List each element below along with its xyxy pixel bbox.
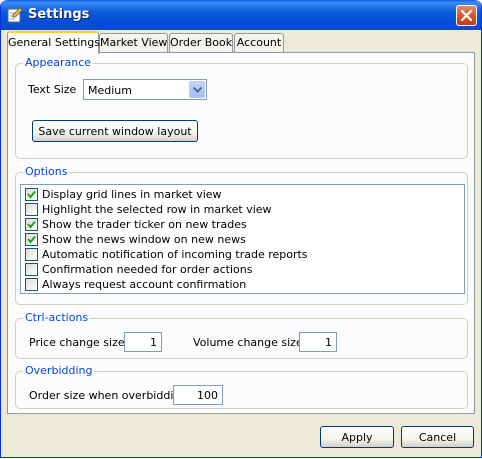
checkbox[interactable] xyxy=(25,263,38,276)
cancel-button-label: Cancel xyxy=(418,431,457,444)
volume-change-size-value: 1 xyxy=(325,336,332,349)
order-size-input[interactable]: 100 xyxy=(173,385,223,405)
title-bar[interactable]: Settings xyxy=(1,0,481,30)
volume-change-size-label: Volume change size xyxy=(193,336,303,349)
checkbox[interactable] xyxy=(25,218,38,231)
volume-change-size-input[interactable]: 1 xyxy=(299,332,337,352)
ctrl-actions-group-label: Ctrl-actions xyxy=(23,311,91,324)
option-label: Highlight the selected row in market vie… xyxy=(42,203,272,216)
settings-dialog: Settings General Settings Market View Or… xyxy=(0,0,482,458)
tab-label: Account xyxy=(236,36,282,49)
tab-account[interactable]: Account xyxy=(234,33,284,52)
option-label: Display grid lines in market view xyxy=(42,188,222,201)
option-label: Automatic notification of incoming trade… xyxy=(42,248,308,261)
text-size-select[interactable]: Medium xyxy=(83,79,207,100)
checkbox[interactable] xyxy=(25,233,38,246)
checkmark-icon xyxy=(27,235,36,244)
option-label: Confirmation needed for order actions xyxy=(42,263,253,276)
checkmark-icon xyxy=(27,220,36,229)
checkbox[interactable] xyxy=(25,248,38,261)
cancel-button[interactable]: Cancel xyxy=(401,426,474,448)
close-button[interactable] xyxy=(456,5,477,26)
tab-label: General Settings xyxy=(8,36,100,49)
price-change-size-label: Price change size xyxy=(29,336,125,349)
option-label: Show the trader ticker on new trades xyxy=(42,218,247,231)
option-label: Show the news window on new news xyxy=(42,233,246,246)
save-window-layout-button[interactable]: Save current window layout xyxy=(32,120,198,142)
close-icon xyxy=(461,10,472,21)
ctrl-actions-group: Ctrl-actions Price change size 1 Volume … xyxy=(15,311,468,359)
settings-app-icon xyxy=(7,7,23,23)
price-change-size-value: 1 xyxy=(150,336,157,349)
tab-market-view[interactable]: Market View xyxy=(99,33,168,52)
checkmark-icon xyxy=(27,190,36,199)
order-size-label: Order size when overbidding xyxy=(29,389,188,402)
overbidding-group: Overbidding Order size when overbidding … xyxy=(15,364,468,409)
checkbox[interactable] xyxy=(25,188,38,201)
tab-general-settings[interactable]: General Settings xyxy=(7,31,100,54)
order-size-value: 100 xyxy=(197,389,218,402)
dropdown-arrow-button[interactable] xyxy=(189,81,205,98)
window-title: Settings xyxy=(28,7,90,22)
checkbox[interactable] xyxy=(25,203,38,216)
appearance-group: Appearance Text Size Medium Save current… xyxy=(15,56,468,159)
option-label: Always request account confirmation xyxy=(42,278,247,291)
tab-label: Order Book xyxy=(170,36,233,49)
apply-button[interactable]: Apply xyxy=(320,426,394,448)
save-window-layout-label: Save current window layout xyxy=(38,125,192,138)
chevron-down-icon xyxy=(193,87,202,93)
options-group-label: Options xyxy=(23,165,70,178)
text-size-value: Medium xyxy=(88,84,132,97)
options-group: Options Display grid lines in market vie… xyxy=(15,165,468,305)
price-change-size-input[interactable]: 1 xyxy=(124,332,162,352)
options-checklist: Display grid lines in market view Highli… xyxy=(20,184,465,294)
overbidding-group-label: Overbidding xyxy=(23,364,95,377)
tab-label: Market View xyxy=(100,36,168,49)
apply-button-label: Apply xyxy=(341,431,373,444)
general-settings-panel: Appearance Text Size Medium Save current… xyxy=(7,52,475,414)
text-size-label: Text Size xyxy=(28,83,77,96)
tab-order-book[interactable]: Order Book xyxy=(169,33,233,52)
appearance-group-label: Appearance xyxy=(23,56,94,69)
checkbox[interactable] xyxy=(25,278,38,291)
